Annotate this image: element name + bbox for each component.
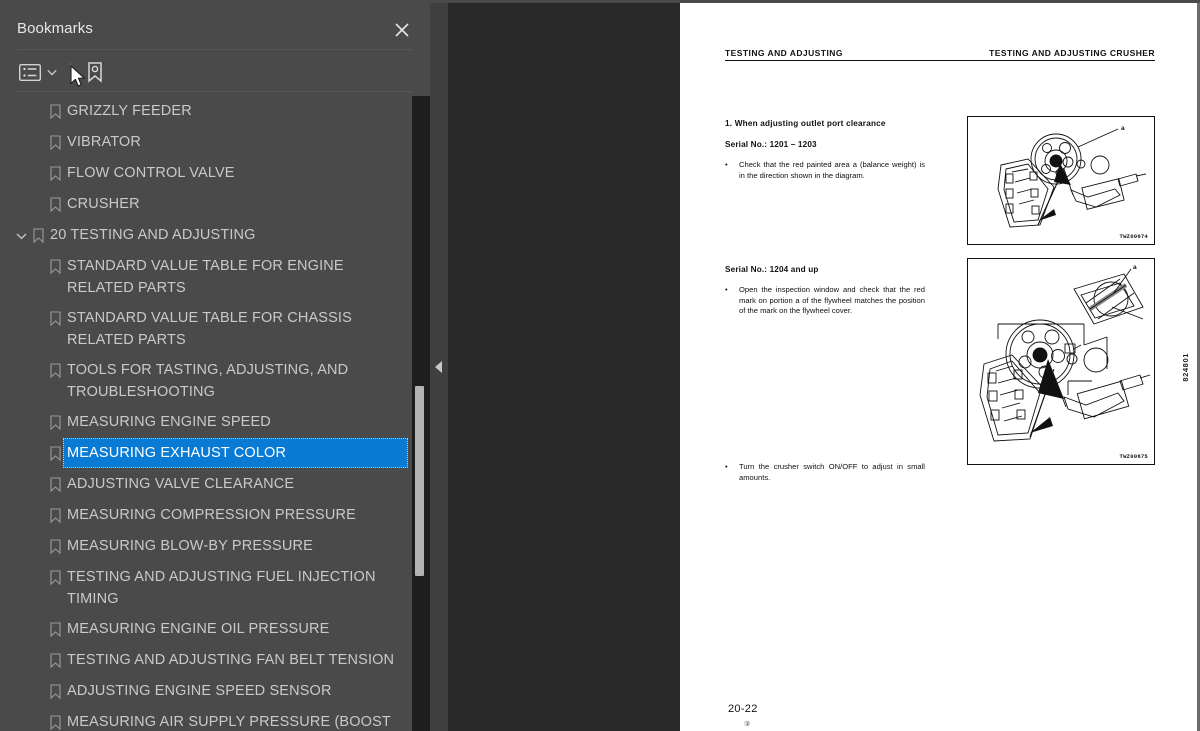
new-bookmark-icon[interactable] bbox=[84, 59, 106, 85]
crusher-diagram-2: a bbox=[979, 264, 1151, 442]
bullet-2: • Open the inspection window and check t… bbox=[725, 285, 935, 317]
bookmark-icon bbox=[47, 645, 63, 676]
bookmark-item-label: VIBRATOR bbox=[67, 134, 141, 150]
bookmark-item[interactable]: MEASURING BLOW-BY PRESSURE bbox=[0, 531, 412, 562]
bullet-1-text: Check that the red painted area a (balan… bbox=[739, 160, 925, 180]
bookmark-item-label: GRIZZLY FEEDER bbox=[67, 103, 192, 119]
collapse-panel-icon[interactable] bbox=[434, 360, 444, 374]
bookmark-item-label: ADJUSTING ENGINE SPEED SENSOR bbox=[67, 683, 332, 699]
figure-2: a TWZ00675 bbox=[967, 258, 1155, 465]
close-icon[interactable] bbox=[392, 20, 412, 40]
bookmarks-panel: Bookmarks GRIZZLY FEEDER VIBRATOR FLOW C… bbox=[0, 0, 430, 731]
bookmark-item[interactable]: ADJUSTING ENGINE SPEED SENSOR bbox=[0, 676, 412, 707]
bookmark-item[interactable]: MEASURING ENGINE SPEED bbox=[0, 407, 412, 438]
figure-2-code: TWZ00675 bbox=[1119, 453, 1148, 460]
bookmark-item[interactable]: ADJUSTING VALVE CLEARANCE bbox=[0, 469, 412, 500]
bookmark-item[interactable]: STANDARD VALUE TABLE FOR ENGINE RELATED … bbox=[0, 251, 412, 303]
bullet-3: • Turn the crusher switch ON/OFF to adju… bbox=[725, 462, 935, 483]
bookmark-item[interactable]: 20 TESTING AND ADJUSTING bbox=[0, 220, 412, 251]
bookmark-icon bbox=[47, 438, 63, 469]
figure-2-callout: a bbox=[1133, 264, 1137, 271]
document-page[interactable]: TESTING AND ADJUSTING TESTING AND ADJUST… bbox=[680, 3, 1200, 731]
bullet-dot-icon: • bbox=[725, 285, 728, 294]
document-running-header: TESTING AND ADJUSTING TESTING AND ADJUST… bbox=[725, 48, 1155, 61]
bookmark-item[interactable]: GRIZZLY FEEDER bbox=[0, 96, 412, 127]
bookmark-icon bbox=[47, 127, 63, 158]
toolbar-divider bbox=[17, 91, 413, 92]
bookmark-item[interactable]: VIBRATOR bbox=[0, 127, 412, 158]
bookmark-icon bbox=[47, 500, 63, 531]
bookmark-icon bbox=[30, 220, 46, 251]
bookmark-icon bbox=[47, 251, 63, 282]
toolbar-separator bbox=[70, 62, 71, 82]
serial-no-2: Serial No.: 1204 and up bbox=[725, 265, 819, 274]
bookmark-item[interactable]: TESTING AND ADJUSTING FAN BELT TENSION bbox=[0, 645, 412, 676]
bookmark-icon bbox=[47, 407, 63, 438]
bookmark-icon bbox=[47, 562, 63, 593]
bookmark-item-label: MEASURING EXHAUST COLOR bbox=[63, 438, 408, 468]
bookmark-item-label: MEASURING ENGINE SPEED bbox=[67, 414, 271, 430]
bookmark-item-label: ADJUSTING VALVE CLEARANCE bbox=[67, 476, 295, 492]
figure-1-callout: a bbox=[1121, 125, 1125, 132]
bookmark-icon bbox=[47, 355, 63, 386]
bookmark-icon bbox=[47, 303, 63, 334]
bookmark-item-label: MEASURING ENGINE OIL PRESSURE bbox=[67, 621, 330, 637]
bookmark-item-label: TESTING AND ADJUSTING FUEL INJECTION TIM… bbox=[67, 569, 380, 607]
document-side-code: 824801 bbox=[1181, 353, 1190, 382]
bookmark-item-label: 20 TESTING AND ADJUSTING bbox=[50, 227, 256, 243]
header-right-text: TESTING AND ADJUSTING CRUSHER bbox=[989, 48, 1155, 58]
serial-no-1: Serial No.: 1201 – 1203 bbox=[725, 140, 817, 149]
bookmark-icon bbox=[47, 189, 63, 220]
bookmark-item[interactable]: STANDARD VALUE TABLE FOR CHASSIS RELATED… bbox=[0, 303, 412, 355]
bookmark-item[interactable]: CRUSHER bbox=[0, 189, 412, 220]
panel-divider[interactable] bbox=[430, 3, 448, 731]
bullet-3-text: Turn the crusher switch ON/OFF to adjust… bbox=[739, 462, 925, 482]
bookmark-item-label: FLOW CONTROL VALVE bbox=[67, 165, 235, 181]
bookmarks-scrollbar-thumb[interactable] bbox=[415, 386, 424, 576]
bookmark-icon bbox=[47, 614, 63, 645]
bullet-2-text: Open the inspection window and check tha… bbox=[739, 285, 925, 315]
section-heading: 1. When adjusting outlet port clearance bbox=[725, 119, 886, 128]
chevron-down-icon[interactable] bbox=[46, 59, 58, 85]
bookmark-item-label: MEASURING COMPRESSION PRESSURE bbox=[67, 507, 356, 523]
bookmark-item[interactable]: MEASURING COMPRESSION PRESSURE bbox=[0, 500, 412, 531]
bookmark-item-label: TOOLS FOR TASTING, ADJUSTING, AND TROUBL… bbox=[67, 362, 353, 400]
bookmark-icon bbox=[47, 707, 63, 731]
figure-1: a TWZ00674 bbox=[967, 116, 1155, 245]
bookmark-item-label: STANDARD VALUE TABLE FOR CHASSIS RELATED… bbox=[67, 310, 357, 348]
pdf-reader-window: Bookmarks GRIZZLY FEEDER VIBRATOR FLOW C… bbox=[0, 0, 1200, 731]
bookmark-item-label: MEASURING AIR SUPPLY PRESSURE (BOOST PRE… bbox=[67, 714, 391, 730]
bookmark-item[interactable]: MEASURING ENGINE OIL PRESSURE bbox=[0, 614, 412, 645]
bookmarks-toolbar bbox=[0, 53, 430, 91]
page-number: 20-22 bbox=[728, 703, 758, 715]
bookmark-item-label: STANDARD VALUE TABLE FOR ENGINE RELATED … bbox=[67, 258, 348, 296]
bookmarks-tree[interactable]: GRIZZLY FEEDER VIBRATOR FLOW CONTROL VALVE… bbox=[0, 96, 412, 731]
crusher-diagram-1: a bbox=[997, 125, 1147, 228]
figure-1-code: TWZ00674 bbox=[1119, 233, 1148, 240]
chevron-down-icon[interactable] bbox=[14, 220, 28, 251]
bookmark-icon bbox=[47, 676, 63, 707]
bullet-dot-icon: • bbox=[725, 462, 728, 471]
bookmarks-panel-header: Bookmarks bbox=[0, 6, 430, 50]
bookmark-icon bbox=[47, 531, 63, 562]
bookmarks-scrollbar-track[interactable] bbox=[412, 96, 430, 731]
bookmark-icon bbox=[47, 469, 63, 500]
bookmark-item[interactable]: TESTING AND ADJUSTING FUEL INJECTION TIM… bbox=[0, 562, 412, 614]
list-options-icon[interactable] bbox=[18, 59, 42, 85]
header-divider bbox=[17, 49, 413, 50]
bookmark-item-label: CRUSHER bbox=[67, 196, 140, 212]
bookmark-item-label: TESTING AND ADJUSTING FAN BELT TENSION bbox=[67, 652, 395, 668]
bookmark-item[interactable]: MEASURING EXHAUST COLOR bbox=[0, 438, 412, 469]
header-left-text: TESTING AND ADJUSTING bbox=[725, 48, 843, 58]
bullet-dot-icon: • bbox=[725, 160, 728, 169]
bookmark-item[interactable]: TOOLS FOR TASTING, ADJUSTING, AND TROUBL… bbox=[0, 355, 412, 407]
page-title: Bookmarks bbox=[17, 19, 93, 37]
bookmark-item[interactable]: FLOW CONTROL VALVE bbox=[0, 158, 412, 189]
bookmark-item-label: MEASURING BLOW-BY PRESSURE bbox=[67, 538, 313, 554]
bullet-1: • Check that the red painted area a (bal… bbox=[725, 160, 935, 181]
bookmark-item[interactable]: MEASURING AIR SUPPLY PRESSURE (BOOST PRE… bbox=[0, 707, 412, 731]
page-number-sub: ③ bbox=[744, 721, 751, 728]
bookmark-icon bbox=[47, 158, 63, 189]
bookmark-icon bbox=[47, 96, 63, 127]
